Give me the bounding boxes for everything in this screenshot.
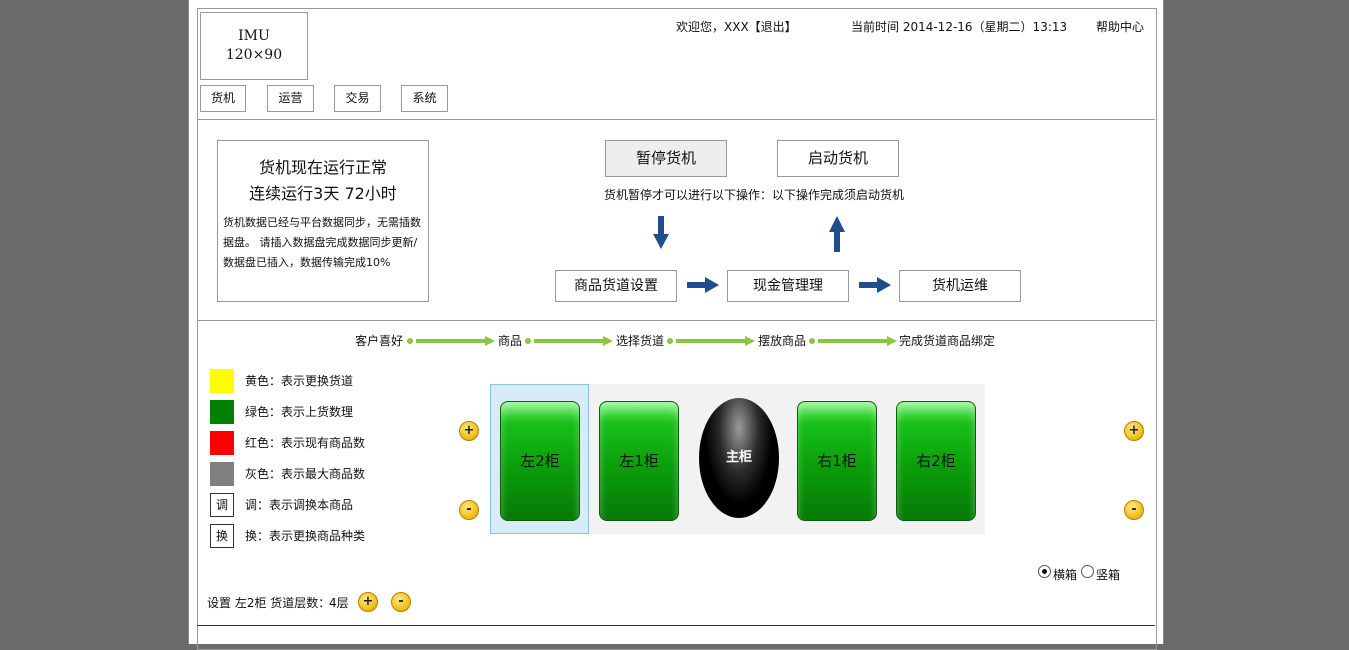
cabinet-main[interactable]: 主柜 <box>699 398 779 518</box>
step-product: 商品 <box>498 334 523 348</box>
divider <box>197 119 1155 120</box>
legend-yellow-text: 黄色：表示更换货道 <box>245 374 354 388</box>
divider <box>197 625 1155 626</box>
legend-red-text: 红色：表示现有商品数 <box>245 436 366 450</box>
cabinet-right-2[interactable]: 右2柜 <box>896 401 976 521</box>
add-layer-button[interactable]: + <box>358 592 378 612</box>
radio-vertical-label: 竖箱 <box>1096 568 1121 582</box>
arrow-right-icon <box>859 277 891 293</box>
legend-swap-text: 调：表示调换本商品 <box>245 498 354 512</box>
status-line1: 货机现在运行正常 <box>258 158 387 177</box>
logo-line1: IMU <box>238 28 270 44</box>
legend-yellow-swatch <box>210 369 234 393</box>
arrow-down-icon <box>653 216 669 249</box>
step-arrow-icon <box>407 336 495 346</box>
divider <box>197 320 1155 321</box>
legend-green-text: 绿色：表示上货数理 <box>245 405 354 419</box>
add-cabinet-left-button[interactable]: + <box>459 421 479 441</box>
nav-tab-system[interactable]: 系统 <box>401 85 448 112</box>
layer-count-value: 4层 <box>329 596 349 610</box>
step-arrow-icon <box>667 336 755 346</box>
cabinet-left-1[interactable]: 左1柜 <box>599 401 679 521</box>
help-center-link[interactable]: 帮助中心 <box>1096 18 1144 35</box>
layer-setting-label: 设置 左2柜 货道层数： <box>207 596 331 610</box>
remove-cabinet-right-button[interactable]: - <box>1124 500 1144 520</box>
legend-gray-swatch <box>210 462 234 486</box>
add-cabinet-right-button[interactable]: + <box>1124 421 1144 441</box>
logo-placeholder: IMU 120×90 <box>200 12 308 80</box>
radio-horizontal[interactable] <box>1038 565 1051 578</box>
legend-green-swatch <box>210 400 234 424</box>
welcome-text[interactable]: 欢迎您，XXX【退出】 <box>676 18 797 35</box>
radio-vertical[interactable] <box>1081 565 1094 578</box>
nav-tab-machine[interactable]: 货机 <box>200 85 246 112</box>
pause-note: 货机暂停才可以进行以下操作： <box>604 188 773 202</box>
step-select-lane: 选择货道 <box>616 334 665 348</box>
logo-line2: 120×90 <box>225 47 283 63</box>
product-lane-settings-button[interactable]: 商品货道设置 <box>555 270 677 302</box>
status-description: 货机数据已经与平台数据同步，无需插数据盘。 请插入数据盘完成数据同步更新/数据盘… <box>223 216 421 269</box>
cabinet-left-2[interactable]: 左2柜 <box>500 401 580 521</box>
step-customer-preference: 客户喜好 <box>355 334 404 348</box>
start-machine-button[interactable]: 启动货机 <box>777 140 899 177</box>
step-place-product: 摆放商品 <box>758 334 807 348</box>
current-time: 当前时间 2014-12-16（星期二）13:13 <box>851 20 1068 34</box>
pause-machine-button[interactable]: 暂停货机 <box>605 140 727 177</box>
remove-layer-button[interactable]: - <box>391 592 411 612</box>
status-title: 货机现在运行正常 连续运行3天 72小时 <box>218 155 428 207</box>
remove-cabinet-left-button[interactable]: - <box>459 500 479 520</box>
legend-gray-text: 灰色：表示最大商品数 <box>245 467 366 481</box>
step-arrow-icon <box>525 336 613 346</box>
main-page: IMU 120×90 欢迎您，XXX【退出】 当前时间 2014-12-16（星… <box>188 0 1164 650</box>
nav-tab-trade[interactable]: 交易 <box>334 85 381 112</box>
step-arrow-icon <box>809 336 897 346</box>
status-line2: 连续运行3天 72小时 <box>249 184 397 203</box>
step-complete-binding: 完成货道商品绑定 <box>899 334 996 348</box>
arrow-right-icon <box>687 277 719 293</box>
legend-change-text: 换：表示更换商品种类 <box>245 529 366 543</box>
legend-red-swatch <box>210 431 234 455</box>
step-progress-bar: 客户喜好 商品 选择货道 摆放商品 完成货道商品绑定 <box>189 333 1163 349</box>
cabinet-area: 左2柜 左1柜 主柜 右1柜 右2柜 <box>490 384 985 534</box>
legend-change-box: 换 <box>210 524 234 548</box>
nav-tab-operation[interactable]: 运营 <box>267 85 314 112</box>
cash-management-button[interactable]: 现金管理理 <box>727 270 849 302</box>
status-panel: 货机现在运行正常 连续运行3天 72小时 货机数据已经与平台数据同步，无需插数据… <box>217 140 429 302</box>
radio-horizontal-label: 横箱 <box>1053 568 1078 582</box>
legend-swap-box: 调 <box>210 493 234 517</box>
arrow-up-icon <box>829 216 845 252</box>
cabinet-right-1[interactable]: 右1柜 <box>797 401 877 521</box>
start-note: 以下操作完成须启动货机 <box>772 188 905 202</box>
machine-maintenance-button[interactable]: 货机运维 <box>899 270 1021 302</box>
